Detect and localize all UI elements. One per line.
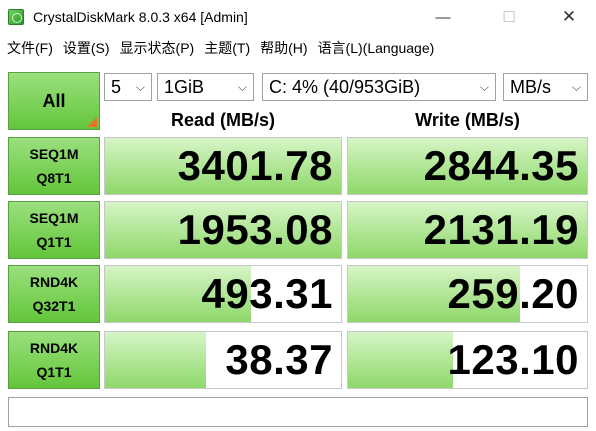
test-count-select[interactable]: 5 ⌵	[104, 73, 152, 101]
unit-select[interactable]: MB/s ⌵	[503, 73, 588, 101]
read-result-value: 3401.78	[177, 142, 333, 189]
drive-value: C: 4% (40/953GiB)	[269, 76, 421, 97]
write-result-value: 2844.35	[423, 142, 579, 189]
benchmark-panel: All 5 ⌵ 1GiB ⌵ C: 4% (40/953GiB) ⌵ MB/s …	[0, 64, 596, 431]
unit-value: MB/s	[510, 76, 552, 97]
window-title: CrystalDiskMark 8.0.3 x64 [Admin]	[33, 9, 248, 25]
test-button-seq1m-q1t1[interactable]: SEQ1M Q1T1	[8, 201, 100, 259]
menu-theme[interactable]: 主题(T)	[201, 37, 253, 59]
write-result-value: 2131.19	[423, 206, 579, 253]
read-result-cell: 38.37	[104, 331, 342, 389]
chevron-down-icon: ⌵	[237, 80, 247, 94]
test-params: Q32T1	[32, 298, 76, 314]
write-result-cell: 2844.35	[347, 137, 588, 195]
close-button[interactable]: ✕	[546, 0, 592, 34]
menu-settings[interactable]: 设置(S)	[60, 37, 113, 59]
write-result-bar	[348, 332, 454, 388]
test-button-rnd4k-q32t1[interactable]: RND4K Q32T1	[8, 265, 100, 323]
test-name: SEQ1M	[29, 146, 79, 162]
test-button-seq1m-q8t1[interactable]: SEQ1M Q8T1	[8, 137, 100, 195]
read-result-value: 493.31	[201, 270, 333, 317]
read-result-cell: 493.31	[104, 265, 342, 323]
chevron-down-icon: ⌵	[479, 80, 489, 94]
test-params: Q1T1	[36, 364, 72, 380]
all-button-label: All	[42, 90, 66, 111]
corner-marker-icon	[87, 117, 97, 127]
test-params: Q1T1	[36, 234, 72, 250]
test-count-value: 5	[111, 76, 122, 97]
title-bar: CrystalDiskMark 8.0.3 x64 [Admin] — ☐ ✕	[0, 0, 596, 34]
test-name: SEQ1M	[29, 210, 79, 226]
read-column-header: Read (MB/s)	[170, 110, 275, 130]
all-button[interactable]: All	[8, 72, 100, 130]
read-result-bar	[105, 332, 207, 388]
read-result-cell: 3401.78	[104, 137, 342, 195]
chevron-down-icon: ⌵	[135, 80, 145, 94]
write-result-value: 123.10	[447, 336, 579, 383]
read-result-cell: 1953.08	[104, 201, 342, 259]
menu-help[interactable]: 帮助(H)	[257, 37, 310, 59]
drive-select[interactable]: C: 4% (40/953GiB) ⌵	[262, 73, 496, 101]
minimize-button[interactable]: —	[420, 0, 466, 34]
menu-profile[interactable]: 显示状态(P)	[117, 37, 198, 59]
test-size-select[interactable]: 1GiB ⌵	[157, 73, 254, 101]
read-result-value: 1953.08	[177, 206, 333, 253]
write-result-cell: 123.10	[347, 331, 588, 389]
menu-language[interactable]: 语言(L)(Language)	[315, 37, 438, 59]
read-result-value: 38.37	[225, 336, 333, 383]
write-result-cell: 2131.19	[347, 201, 588, 259]
write-result-value: 259.20	[447, 270, 579, 317]
chevron-down-icon: ⌵	[571, 80, 581, 94]
test-name: RND4K	[29, 274, 79, 290]
write-column-header: Write (MB/s)	[415, 110, 520, 130]
menu-file[interactable]: 文件(F)	[4, 37, 56, 59]
test-params: Q8T1	[36, 170, 72, 186]
maximize-button[interactable]: ☐	[486, 0, 532, 34]
test-button-rnd4k-q1t1[interactable]: RND4K Q1T1	[8, 331, 100, 389]
test-size-value: 1GiB	[164, 76, 205, 97]
write-result-cell: 259.20	[347, 265, 588, 323]
comment-field[interactable]	[8, 397, 588, 427]
menu-bar: 文件(F) 设置(S) 显示状态(P) 主题(T) 帮助(H) 语言(L)(La…	[0, 37, 596, 59]
test-name: RND4K	[29, 340, 79, 356]
crystaldiskmark-icon	[8, 9, 24, 25]
